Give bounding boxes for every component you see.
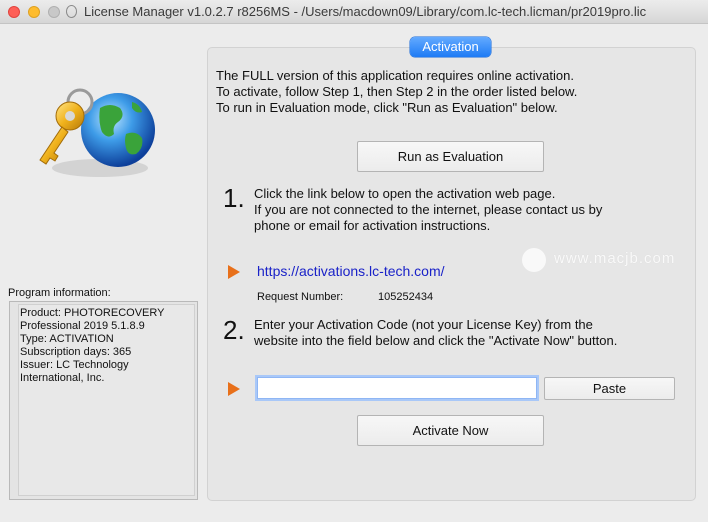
intro-line: To run in Evaluation mode, click "Run as… — [216, 100, 558, 115]
close-icon[interactable] — [8, 6, 20, 18]
program-info-line: Product: PHOTORECOVERY — [20, 307, 165, 319]
request-number-value: 105252434 — [378, 291, 434, 303]
step-1-line: phone or email for activation instructio… — [254, 218, 491, 233]
program-info-line: International, Inc. — [20, 372, 105, 384]
step-1-line: Click the link below to open the activat… — [254, 186, 556, 201]
program-info-line: Type: ACTIVATION — [20, 333, 114, 345]
activation-link[interactable]: https://activations.lc-tech.com/ — [257, 263, 445, 279]
key-globe-logo — [39, 88, 155, 177]
program-info-text[interactable]: Product: PHOTORECOVERY Professional 2019… — [18, 304, 195, 496]
intro-line: The FULL version of this application req… — [216, 68, 574, 83]
minimize-icon[interactable] — [28, 6, 40, 18]
activate-now-button[interactable]: Activate Now — [357, 415, 544, 446]
step-2-line: website into the field below and click t… — [254, 333, 618, 348]
step-2-line: Enter your Activation Code (not your Lic… — [254, 317, 593, 332]
program-info-line: Issuer: LC Technology — [20, 359, 129, 371]
heart-badge-icon — [522, 248, 546, 272]
activation-code-input[interactable] — [257, 377, 537, 399]
step-1-number: 1. — [223, 183, 245, 213]
run-as-evaluation-button[interactable]: Run as Evaluation — [357, 141, 544, 172]
window-title: License Manager v1.0.2.7 r8256MS - /User… — [84, 4, 647, 19]
program-info-label: Program information: — [8, 287, 111, 299]
paste-button[interactable]: Paste — [544, 377, 675, 400]
license-manager-window: License Manager v1.0.2.7 r8256MS - /User… — [0, 0, 708, 522]
step-2-number: 2. — [223, 315, 245, 345]
step-1-instructions: Click the link below to open the activat… — [254, 186, 602, 234]
play-arrow-icon — [228, 265, 240, 279]
program-info-box: Product: PHOTORECOVERY Professional 2019… — [9, 301, 198, 500]
request-number-label: Request Number: — [257, 291, 344, 303]
intro-line: To activate, follow Step 1, then Step 2 … — [216, 84, 578, 99]
title-bar: License Manager v1.0.2.7 r8256MS - /User… — [0, 0, 708, 24]
play-arrow-icon — [228, 382, 240, 396]
step-2-instructions: Enter your Activation Code (not your Lic… — [254, 317, 617, 349]
maximize-icon[interactable] — [48, 6, 60, 18]
program-info-line: Professional 2019 5.1.8.9 — [20, 320, 145, 332]
tab-activation[interactable]: Activation — [410, 37, 491, 57]
activation-intro: The FULL version of this application req… — [216, 68, 577, 116]
step-1-line: If you are not connected to the internet… — [254, 202, 603, 217]
program-info-line: Subscription days: 365 — [20, 346, 132, 358]
watermark-text: www.macjb.com — [554, 250, 676, 267]
document-icon — [66, 5, 77, 18]
